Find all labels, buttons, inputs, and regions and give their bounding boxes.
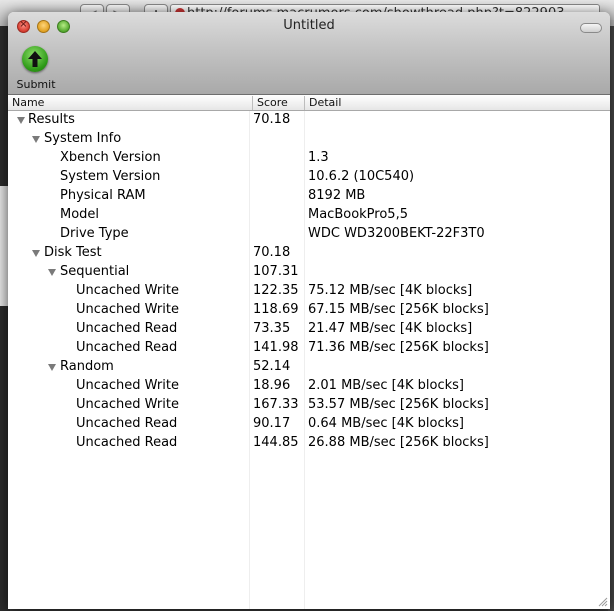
disclosure-triangle-icon[interactable] [32, 250, 40, 257]
row-name: System Version [60, 169, 161, 184]
row-score: 118.69 [253, 302, 299, 317]
row-name: Model [60, 207, 100, 222]
column-header-detail[interactable]: Detail [304, 96, 609, 110]
table-row[interactable]: Disk Test 70.18 [8, 244, 610, 263]
row-detail: 0.64 MB/sec [4K blocks] [308, 416, 464, 431]
row-detail: 75.12 MB/sec [4K blocks] [308, 283, 473, 298]
table-row[interactable]: Drive Type WDC WD3200BEKT-22F3T0 [8, 225, 610, 244]
row-detail: 21.47 MB/sec [4K blocks] [308, 321, 473, 336]
row-score: 141.98 [253, 340, 299, 355]
row-name: Random [60, 359, 114, 374]
row-score: 18.96 [253, 378, 291, 393]
row-score: 73.35 [253, 321, 291, 336]
row-name: Uncached Read [76, 340, 178, 355]
row-name: Uncached Read [76, 321, 178, 336]
row-detail: 1.3 [308, 150, 329, 165]
column-header-bar: Name Score Detail [8, 95, 610, 111]
disclosure-triangle-icon[interactable] [32, 136, 40, 143]
row-name: Disk Test [44, 245, 102, 260]
submit-label: Submit [16, 78, 56, 91]
row-detail: 53.57 MB/sec [256K blocks] [308, 397, 489, 412]
toolbar-toggle-button[interactable] [580, 23, 602, 33]
row-score: 90.17 [253, 416, 291, 431]
row-name: Uncached Read [76, 435, 178, 450]
table-row[interactable]: Uncached Read 73.35 21.47 MB/sec [4K blo… [8, 320, 610, 339]
row-score: 52.14 [253, 359, 291, 374]
xbench-results-window: × Untitled Submit Name Score Detail Resu… [8, 12, 610, 609]
row-name: Results [28, 112, 75, 127]
row-name: Uncached Write [76, 378, 179, 393]
row-detail: 67.15 MB/sec [256K blocks] [308, 302, 489, 317]
table-row[interactable]: Model MacBookPro5,5 [8, 206, 610, 225]
submit-button[interactable]: Submit [16, 46, 56, 92]
window-title: Untitled [283, 18, 335, 33]
table-row[interactable]: Uncached Write 122.35 75.12 MB/sec [4K b… [8, 282, 610, 301]
table-row[interactable]: Physical RAM 8192 MB [8, 187, 610, 206]
disclosure-triangle-icon[interactable] [48, 364, 56, 371]
row-detail: WDC WD3200BEKT-22F3T0 [308, 226, 485, 241]
table-row[interactable]: Uncached Read 144.85 26.88 MB/sec [256K … [8, 434, 610, 453]
row-name: Drive Type [60, 226, 129, 241]
row-score: 144.85 [253, 435, 299, 450]
table-row[interactable]: Results 70.18 [8, 111, 610, 130]
row-name: Uncached Read [76, 416, 178, 431]
disclosure-triangle-icon[interactable] [17, 117, 25, 124]
row-score: 70.18 [253, 112, 291, 127]
column-header-score[interactable]: Score [252, 96, 307, 110]
row-detail: 2.01 MB/sec [4K blocks] [308, 378, 464, 393]
table-row[interactable]: Uncached Write 167.33 53.57 MB/sec [256K… [8, 396, 610, 415]
row-detail: 26.88 MB/sec [256K blocks] [308, 435, 489, 450]
row-name: Sequential [60, 264, 130, 279]
row-score: 70.18 [253, 245, 291, 260]
row-name: Uncached Write [76, 283, 179, 298]
row-name: Uncached Write [76, 302, 179, 317]
row-name: System Info [44, 131, 122, 146]
row-detail: 10.6.2 (10C540) [308, 169, 415, 184]
row-score: 167.33 [253, 397, 299, 412]
table-row[interactable]: Uncached Read 90.17 0.64 MB/sec [4K bloc… [8, 415, 610, 434]
row-detail: 8192 MB [308, 188, 366, 203]
results-outline-table: Name Score Detail Results 70.18 System I… [8, 95, 610, 609]
table-row[interactable]: Uncached Write 18.96 2.01 MB/sec [4K blo… [8, 377, 610, 396]
window-titlebar[interactable]: × Untitled Submit [8, 12, 610, 95]
column-header-name[interactable]: Name [12, 96, 244, 110]
resize-grip-icon[interactable] [596, 595, 608, 607]
table-row[interactable]: Uncached Read 141.98 71.36 MB/sec [256K … [8, 339, 610, 358]
upload-arrow-icon [22, 46, 48, 72]
table-row[interactable]: Random 52.14 [8, 358, 610, 377]
row-score: 107.31 [253, 264, 299, 279]
table-row[interactable]: Uncached Write 118.69 67.15 MB/sec [256K… [8, 301, 610, 320]
row-name: Xbench Version [60, 150, 161, 165]
table-row[interactable]: Xbench Version 1.3 [8, 149, 610, 168]
disclosure-triangle-icon[interactable] [48, 269, 56, 276]
row-name: Physical RAM [60, 188, 146, 203]
row-detail: MacBookPro5,5 [308, 207, 408, 222]
table-row[interactable]: System Info [8, 130, 610, 149]
row-score: 122.35 [253, 283, 299, 298]
row-name: Uncached Write [76, 397, 179, 412]
table-row[interactable]: System Version 10.6.2 (10C540) [8, 168, 610, 187]
row-detail: 71.36 MB/sec [256K blocks] [308, 340, 489, 355]
table-row[interactable]: Sequential 107.31 [8, 263, 610, 282]
